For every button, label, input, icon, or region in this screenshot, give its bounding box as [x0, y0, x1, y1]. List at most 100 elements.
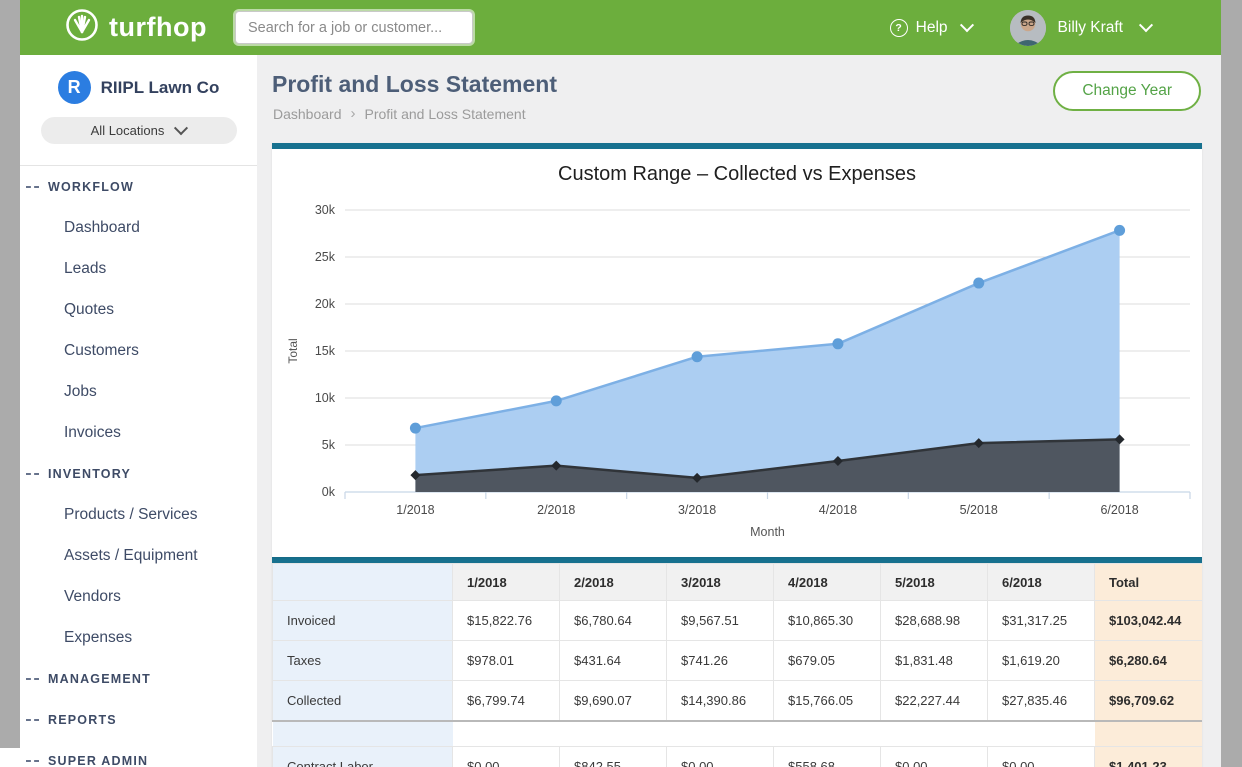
- sidebar-section-super-admin[interactable]: SUPER ADMIN: [20, 740, 257, 767]
- pl-cell: $558.68: [774, 747, 881, 767]
- dashes-icon: [26, 760, 39, 762]
- sidebar-item-leads[interactable]: Leads: [20, 248, 257, 289]
- svg-text:10k: 10k: [315, 391, 336, 405]
- svg-text:4/2018: 4/2018: [819, 503, 857, 517]
- pl-cell: $14,390.86: [667, 681, 774, 722]
- pl-section-divider: [273, 721, 1203, 747]
- top-bar: turfhop ? Help Billy Kraft: [20, 0, 1221, 55]
- pl-cell: $27,835.46: [988, 681, 1095, 722]
- location-selector[interactable]: All Locations: [41, 117, 237, 144]
- pl-cell: $22,227.44: [881, 681, 988, 722]
- user-avatar: [1010, 10, 1046, 46]
- pl-cell: $31,317.25: [988, 601, 1095, 641]
- chevron-down-icon: [1139, 18, 1153, 32]
- pl-col-header: 5/2018: [881, 564, 988, 601]
- sidebar-header: R RIIPL Lawn Co All Locations: [20, 55, 257, 166]
- pl-cell: $0.00: [453, 747, 560, 767]
- pl-cell: $10,865.30: [774, 601, 881, 641]
- pl-cell: $9,567.51: [667, 601, 774, 641]
- svg-text:15k: 15k: [315, 344, 336, 358]
- dashes-icon: [26, 186, 39, 188]
- pl-table: 1/20182/20183/20184/20185/20186/2018Tota…: [272, 563, 1202, 767]
- svg-text:6/2018: 6/2018: [1100, 503, 1138, 517]
- pl-col-header: 4/2018: [774, 564, 881, 601]
- user-name: Billy Kraft: [1058, 19, 1123, 37]
- pl-col-header: 2/2018: [560, 564, 667, 601]
- sidebar-item-products-services[interactable]: Products / Services: [20, 494, 257, 535]
- sidebar-section-workflow[interactable]: WORKFLOW: [20, 166, 257, 207]
- pl-total-cell: $103,042.44: [1095, 601, 1203, 641]
- pl-col-header: 1/2018: [453, 564, 560, 601]
- svg-text:5k: 5k: [322, 438, 336, 452]
- page-header: Profit and Loss Statement Dashboard › Pr…: [257, 55, 1221, 143]
- sidebar-item-vendors[interactable]: Vendors: [20, 576, 257, 617]
- pl-total-cell: $6,280.64: [1095, 641, 1203, 681]
- sidebar-item-expenses[interactable]: Expenses: [20, 617, 257, 658]
- svg-text:0k: 0k: [322, 485, 336, 499]
- sidebar-nav: WORKFLOWDashboardLeadsQuotesCustomersJob…: [20, 166, 257, 767]
- pl-cell: $9,690.07: [560, 681, 667, 722]
- pl-total-cell: $96,709.62: [1095, 681, 1203, 722]
- pl-row-label: Contract Labor: [273, 747, 453, 767]
- pl-col-header: 6/2018: [988, 564, 1095, 601]
- page-title: Profit and Loss Statement: [272, 71, 557, 98]
- pl-cell: $0.00: [988, 747, 1095, 767]
- company-selector[interactable]: R RIIPL Lawn Co: [20, 55, 257, 104]
- help-label: Help: [916, 19, 948, 37]
- left-scrollbar[interactable]: [0, 0, 20, 748]
- pl-cell: $741.26: [667, 641, 774, 681]
- brand-logo[interactable]: turfhop: [64, 7, 207, 48]
- pl-table-body: Invoiced$15,822.76$6,780.64$9,567.51$10,…: [273, 601, 1203, 767]
- user-menu[interactable]: Billy Kraft: [1010, 10, 1151, 46]
- dashes-icon: [26, 473, 39, 475]
- sidebar-item-dashboard[interactable]: Dashboard: [20, 207, 257, 248]
- sidebar-section-inventory[interactable]: INVENTORY: [20, 453, 257, 494]
- pl-col-header: Total: [1095, 564, 1203, 601]
- pl-row-label: Taxes: [273, 641, 453, 681]
- svg-text:1/2018: 1/2018: [396, 503, 434, 517]
- pl-cell: $431.64: [560, 641, 667, 681]
- right-scrollbar[interactable]: [1221, 0, 1242, 767]
- sidebar-item-assets-equipment[interactable]: Assets / Equipment: [20, 535, 257, 576]
- svg-text:2/2018: 2/2018: [537, 503, 575, 517]
- pl-cell: $679.05: [774, 641, 881, 681]
- pl-row-contract-labor: Contract Labor$0.00$842.55$0.00$558.68$0…: [273, 747, 1203, 767]
- pl-table-card: 1/20182/20183/20184/20185/20186/2018Tota…: [272, 557, 1202, 767]
- pl-row-label: Collected: [273, 681, 453, 722]
- search-input[interactable]: [235, 11, 473, 44]
- sidebar-item-invoices[interactable]: Invoices: [20, 412, 257, 453]
- app-window: turfhop ? Help Billy Kraft: [0, 0, 1242, 767]
- pl-cell: $0.00: [667, 747, 774, 767]
- svg-text:20k: 20k: [315, 297, 336, 311]
- sidebar-item-quotes[interactable]: Quotes: [20, 289, 257, 330]
- pl-row-taxes: Taxes$978.01$431.64$741.26$679.05$1,831.…: [273, 641, 1203, 681]
- sidebar-section-management[interactable]: MANAGEMENT: [20, 658, 257, 699]
- pl-cell: $842.55: [560, 747, 667, 767]
- breadcrumb: Dashboard › Profit and Loss Statement: [273, 105, 526, 122]
- svg-text:5/2018: 5/2018: [960, 503, 998, 517]
- company-logo: R: [58, 71, 91, 104]
- pl-row-collected: Collected$6,799.74$9,690.07$14,390.86$15…: [273, 681, 1203, 722]
- chart-title: Custom Range – Collected vs Expenses: [272, 149, 1202, 186]
- help-menu[interactable]: ? Help: [890, 19, 972, 37]
- pl-cell: $6,799.74: [453, 681, 560, 722]
- sidebar-section-reports[interactable]: REPORTS: [20, 699, 257, 740]
- pl-cell: $15,766.05: [774, 681, 881, 722]
- sidebar-item-customers[interactable]: Customers: [20, 330, 257, 371]
- svg-text:Total: Total: [286, 338, 300, 363]
- sidebar: R RIIPL Lawn Co All Locations WORKFLOWDa…: [20, 55, 257, 767]
- area-chart-canvas[interactable]: 0k5k10k15k20k25k30k1/20182/20183/20184/2…: [272, 191, 1202, 557]
- pl-cell: $0.00: [881, 747, 988, 767]
- pl-row-invoiced: Invoiced$15,822.76$6,780.64$9,567.51$10,…: [273, 601, 1203, 641]
- sidebar-item-jobs[interactable]: Jobs: [20, 371, 257, 412]
- breadcrumb-dashboard[interactable]: Dashboard: [273, 106, 342, 122]
- location-label: All Locations: [91, 123, 165, 138]
- svg-text:3/2018: 3/2018: [678, 503, 716, 517]
- left-scrollbar-track-end: [0, 748, 20, 767]
- pl-cell: $28,688.98: [881, 601, 988, 641]
- pl-total-cell: $1,401.23: [1095, 747, 1203, 767]
- dashes-icon: [26, 719, 39, 721]
- chevron-down-icon: [959, 18, 973, 32]
- svg-text:Month: Month: [750, 525, 785, 539]
- change-year-button[interactable]: Change Year: [1053, 71, 1201, 111]
